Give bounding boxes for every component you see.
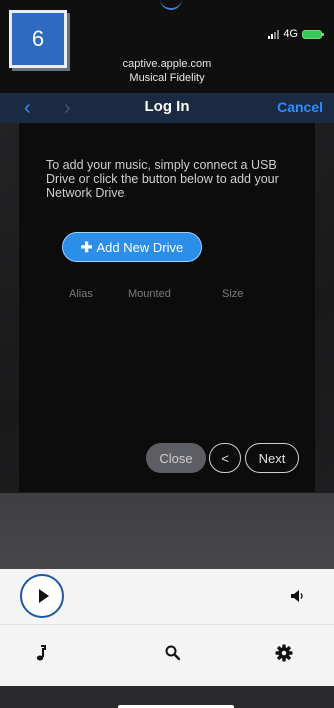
background-area [0, 493, 334, 569]
column-size: Size [222, 288, 244, 300]
previous-button[interactable]: < [209, 443, 241, 473]
volume-icon[interactable] [290, 589, 304, 603]
search-icon[interactable] [163, 643, 183, 663]
column-alias: Alias [69, 288, 93, 300]
host-subtitle: Musical Fidelity [129, 72, 205, 84]
column-mounted: Mounted [128, 288, 171, 300]
cancel-button[interactable]: Cancel [277, 99, 323, 115]
next-button[interactable]: Next [245, 443, 299, 473]
play-icon[interactable] [20, 574, 64, 618]
plus-icon: ✚ [80, 238, 93, 255]
battery-icon [302, 29, 324, 39]
nav-bar: ‹ › Log In Cancel [0, 93, 334, 123]
host-url: captive.apple.com [122, 58, 212, 70]
status-bar: 4G [268, 28, 324, 40]
captive-host: captive.apple.com Musical Fidelity [0, 57, 334, 85]
network-type: 4G [283, 28, 298, 40]
tab-bar [0, 624, 334, 686]
add-new-drive-button[interactable]: ✚ Add New Drive [62, 232, 202, 262]
close-button[interactable]: Close [146, 443, 206, 473]
add-new-drive-label: Add New Drive [96, 239, 184, 255]
gear-icon[interactable] [274, 643, 294, 663]
intro-text: To add your music, simply connect a USB … [46, 158, 279, 200]
music-note-icon[interactable] [30, 643, 50, 663]
signal-icon [268, 29, 280, 39]
